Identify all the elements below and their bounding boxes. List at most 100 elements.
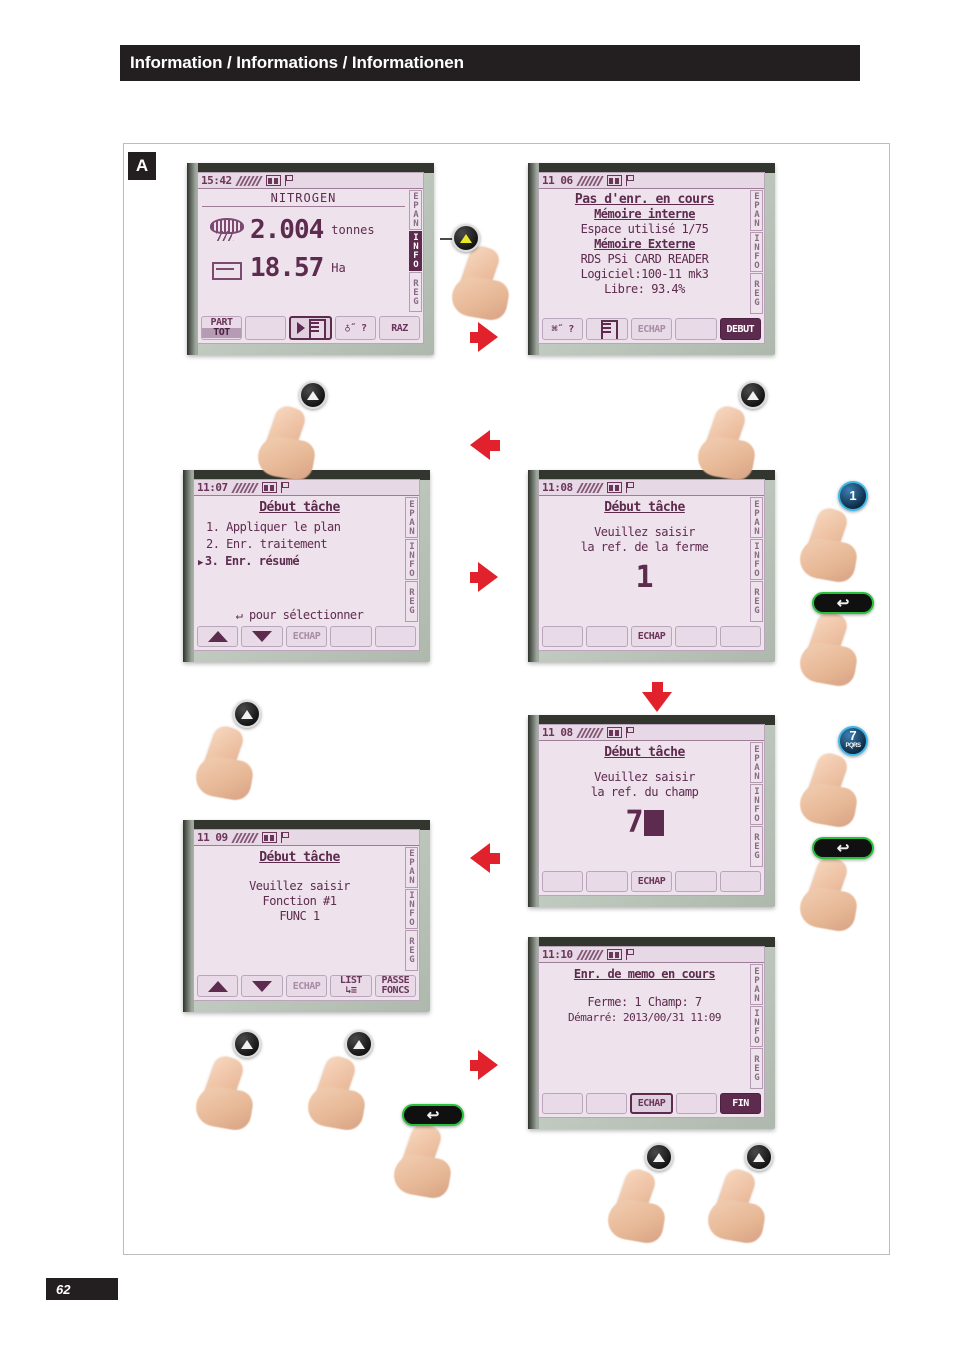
key-softkey-debut[interactable]	[739, 381, 767, 409]
key-enter-after-7[interactable]: ↩	[812, 837, 874, 859]
softkey-blank-1[interactable]	[330, 626, 372, 647]
lcd-screen-debut-tache-menu: 11:07 Début tâche 1. Appliquer le plan 2…	[193, 479, 420, 651]
arrow-down-icon	[252, 980, 273, 992]
softkey-part-tot[interactable]: PART TOT	[201, 316, 242, 340]
softkey-blank-2[interactable]	[586, 626, 628, 647]
softkey-blank-4[interactable]	[719, 626, 762, 647]
tab-info[interactable]: INFO	[405, 888, 418, 930]
softkey-settings-help[interactable]: ⌘˝ ?	[542, 318, 584, 340]
flow-arrow-down-1-stem	[652, 682, 663, 693]
tab-info[interactable]: INFO	[750, 539, 763, 580]
list-item[interactable]: 2. Enr. traitement	[206, 536, 401, 553]
tab-epan[interactable]: EPAN	[405, 497, 418, 538]
key-numeric-1[interactable]: 1	[838, 481, 868, 511]
tab-epan[interactable]: EPAN	[750, 190, 763, 231]
function-name: FUNC 1	[279, 909, 320, 923]
softkey-echap[interactable]: ECHAP	[285, 975, 328, 997]
tab-epan[interactable]: EPAN	[750, 742, 763, 783]
weight-value: 2.004	[250, 215, 324, 245]
softkey-blank-2[interactable]	[586, 871, 628, 892]
tab-info[interactable]: INFO	[750, 231, 763, 273]
lcd-device-nitrogen-totals: 15:42 NITROGEN 2.004 tonnes 18.57 Ha EPA…	[187, 163, 434, 355]
key-softkey-select[interactable]	[233, 700, 261, 728]
key-softkey-record-doc[interactable]	[452, 224, 480, 252]
gps-flag-icon	[625, 482, 634, 493]
key-softkey-list[interactable]	[233, 1030, 261, 1058]
softkey-echap[interactable]: ECHAP	[630, 1093, 673, 1114]
list-item[interactable]: 1. Appliquer le plan	[206, 519, 401, 536]
softkey-blank-1[interactable]	[675, 318, 717, 340]
tab-reg[interactable]: REG	[405, 581, 418, 622]
softkey-fin[interactable]: FIN	[720, 1093, 761, 1114]
softkey-echap[interactable]: ECHAP	[630, 626, 673, 647]
key-enter-after-1[interactable]: ↩	[812, 592, 874, 614]
key-softkey-passe-foncs[interactable]	[345, 1030, 373, 1058]
hand-press-softkey-echap-end	[604, 1155, 686, 1246]
softkey-scroll-up[interactable]	[197, 626, 239, 647]
screen-title: Enr. de memo en cours	[573, 967, 716, 981]
softkey-scroll-up[interactable]	[197, 975, 239, 997]
clock: 11 06	[542, 174, 573, 187]
softkey-blank-3[interactable]	[675, 871, 717, 892]
farm-ref-value[interactable]: 1	[543, 561, 746, 595]
hand-knuckle	[796, 639, 860, 689]
arrow-up-icon	[460, 233, 472, 243]
lcd-content: Enr. de memo en cours Ferme: 1 Champ: 7 …	[539, 963, 750, 1091]
tab-epan[interactable]: EPAN	[750, 497, 763, 538]
key-enter-func[interactable]: ↩	[402, 1104, 464, 1126]
softkey-blank-2[interactable]	[374, 626, 417, 647]
tab-reg[interactable]: REG	[409, 272, 422, 312]
tab-strip: EPAN INFO REG	[409, 189, 423, 314]
softkey-blank-3[interactable]	[675, 626, 717, 647]
softkey-blank-1[interactable]	[542, 1093, 583, 1114]
tab-info[interactable]: INFO	[750, 784, 763, 825]
hand-knuckle	[254, 433, 318, 483]
gps-flag-icon	[280, 832, 289, 843]
softkey-passe-foncs[interactable]: PASSE FONCS	[374, 975, 417, 997]
enter-arrow-icon: ↩	[836, 839, 850, 857]
softkey-blank-3[interactable]	[676, 1093, 717, 1114]
tab-info[interactable]: INFO	[750, 1006, 763, 1047]
softkey-echap[interactable]: ECHAP	[285, 626, 328, 647]
softkey-blank-2[interactable]	[586, 1093, 627, 1114]
status-bar: 11 09	[194, 830, 419, 846]
tab-info[interactable]: INFO	[409, 231, 422, 271]
softkey-row: ECHAP	[539, 869, 764, 895]
tab-reg[interactable]: REG	[750, 273, 763, 315]
softkey-echap[interactable]: ECHAP	[630, 318, 673, 340]
softkey-blank-1[interactable]	[542, 626, 584, 647]
software-version: Logiciel:100-11 mk3	[580, 267, 709, 281]
tab-reg[interactable]: REG	[750, 826, 763, 867]
softkey-debut[interactable]: DEBUT	[719, 318, 762, 340]
softkey-record-doc[interactable]	[289, 316, 332, 340]
tab-epan[interactable]: EPAN	[405, 847, 418, 888]
tab-epan[interactable]: EPAN	[750, 964, 763, 1005]
key-numeric-7[interactable]: 7 PQRS	[838, 726, 868, 756]
clock: 11:10	[542, 948, 573, 961]
softkey-list-search[interactable]	[586, 318, 628, 340]
softkey-blank-1[interactable]	[542, 871, 584, 892]
key-softkey-fin[interactable]	[745, 1143, 773, 1171]
tab-epan[interactable]: EPAN	[409, 190, 422, 230]
softkey-alarm-help[interactable]: ♁˝ ?	[335, 316, 376, 340]
tab-reg[interactable]: REG	[405, 930, 418, 972]
flow-arrow-right-3	[478, 1050, 498, 1080]
task-option-list: 1. Appliquer le plan 2. Enr. traitement …	[198, 519, 401, 572]
softkey-blank-4[interactable]	[719, 871, 762, 892]
tab-info[interactable]: INFO	[405, 539, 418, 580]
key-softkey-1[interactable]	[299, 381, 327, 409]
field-ref-entry[interactable]: 7	[543, 806, 746, 840]
softkey-list[interactable]: LIST ↳≡	[330, 975, 372, 997]
key-softkey-echap-end[interactable]	[645, 1143, 673, 1171]
display-module-icon	[606, 727, 622, 738]
softkey-raz[interactable]: RAZ	[379, 316, 420, 340]
tab-reg[interactable]: REG	[750, 1048, 763, 1089]
softkey-scroll-down[interactable]	[241, 975, 283, 997]
softkey-scroll-down[interactable]	[241, 626, 283, 647]
screen-title: Début tâche	[259, 500, 340, 515]
softkey-echap[interactable]: ECHAP	[630, 871, 673, 892]
softkey-blank-1[interactable]	[245, 316, 286, 340]
tab-reg[interactable]: REG	[750, 581, 763, 622]
arrow-up-icon	[241, 1039, 253, 1049]
list-item-selected[interactable]: 3. Enr. résumé	[205, 553, 401, 572]
